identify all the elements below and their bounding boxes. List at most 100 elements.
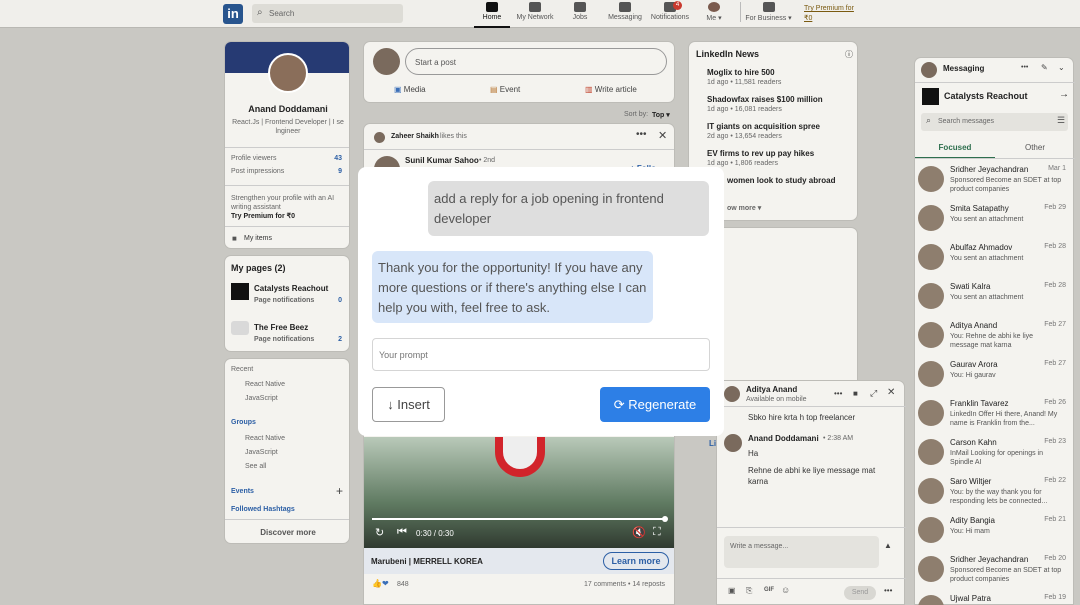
search-messages-input[interactable]: ⌕ Search messages ☰ — [921, 113, 1068, 131]
video-scrubber-handle[interactable] — [662, 516, 668, 522]
nav-business[interactable]: For Business ▾ — [740, 2, 796, 22]
send-button[interactable]: Send — [844, 586, 876, 600]
page-notifications[interactable]: Page notifications — [254, 336, 314, 343]
recent-item[interactable]: JavaScript — [245, 395, 278, 402]
profile-viewers-label[interactable]: Profile viewers — [231, 155, 277, 162]
nav-jobs[interactable]: Jobs — [566, 2, 594, 21]
reaction-count[interactable]: 848 — [397, 581, 409, 588]
message-input[interactable]: Write a message... — [724, 536, 879, 568]
skip-back-icon[interactable]: ⏮ — [397, 526, 407, 539]
avatar[interactable] — [724, 386, 740, 402]
liker-name[interactable]: Zaheer Shaikh — [391, 133, 439, 140]
regenerate-button[interactable]: ⟳ Regenerate — [600, 387, 710, 422]
close-icon[interactable]: ✕ — [887, 387, 895, 398]
conversation-item[interactable]: Aditya Anand Feb 27 You: Rehne de abhi ke … — [914, 319, 1074, 358]
group-item[interactable]: React Native — [245, 435, 285, 442]
avatar[interactable] — [921, 62, 937, 78]
nav-me[interactable]: Me ▾ — [700, 2, 728, 22]
compose-icon[interactable]: ✎ — [1041, 63, 1048, 72]
page-notifications[interactable]: Page notifications — [254, 297, 314, 304]
profile-name[interactable]: Anand Doddamani — [225, 104, 349, 114]
linkedin-logo[interactable]: in — [223, 4, 243, 24]
news-headline[interactable]: Shadowfax raises $100 million — [707, 95, 823, 104]
event-button[interactable]: ▤ Event — [490, 85, 520, 94]
search-box[interactable]: ⌕ Search — [252, 4, 403, 23]
more-options-icon[interactable]: ••• — [884, 586, 892, 595]
image-icon[interactable]: ▣ — [728, 586, 736, 595]
replay-icon[interactable]: ↻ — [375, 526, 384, 539]
media-button[interactable]: ▣ Media — [394, 85, 426, 94]
chat-contact-name[interactable]: Aditya Anand — [746, 385, 797, 394]
chat-sender[interactable]: Anand Doddamani — [748, 434, 819, 443]
recent-item[interactable]: React Native — [245, 381, 285, 388]
conversation-item[interactable]: Franklin Tavarez Feb 26 LinkedIn Offer Hi … — [914, 397, 1074, 436]
group-item[interactable]: JavaScript — [245, 449, 278, 456]
video-progress-bar[interactable] — [372, 518, 666, 520]
nav-notifications[interactable]: Notifications — [648, 2, 692, 21]
chevron-down-icon[interactable]: ⌄ — [1058, 63, 1065, 72]
messaging-title[interactable]: Messaging — [943, 64, 984, 73]
comments-reposts[interactable]: 17 comments • 14 reposts — [584, 581, 665, 588]
fullscreen-icon[interactable]: ⛶ — [653, 526, 661, 539]
write-article-button[interactable]: ▥ Write article — [585, 85, 637, 94]
conversation-item[interactable]: Swati Kalra Feb 28 You sent an attachment — [914, 280, 1074, 319]
sort-dropdown[interactable]: Top ▾ — [652, 111, 670, 119]
company-name[interactable]: Marubeni | MERRELL KOREA — [371, 557, 483, 566]
learn-more-button[interactable]: Learn more — [603, 552, 669, 570]
info-icon[interactable]: ⓘ — [845, 49, 853, 60]
premium-link[interactable]: Try Premium for ₹0 — [231, 212, 295, 220]
see-all-link[interactable]: See all — [245, 463, 266, 470]
tab-other[interactable]: Other — [995, 143, 1075, 157]
chat-message: Ha — [748, 449, 759, 458]
close-icon[interactable]: ✕ — [658, 129, 667, 142]
page-name[interactable]: The Free Beez — [254, 323, 308, 332]
page-switcher[interactable]: Catalysts Reachout — [944, 91, 1028, 101]
news-headline[interactable]: women look to study abroad — [727, 176, 835, 185]
nav-network[interactable]: My Network — [514, 2, 556, 21]
mute-icon[interactable]: 🔇 — [632, 526, 646, 539]
post-impressions-label[interactable]: Post impressions — [231, 168, 284, 175]
my-items-link[interactable]: My items — [244, 235, 272, 242]
discover-more-button[interactable]: Discover more — [225, 528, 349, 537]
page-name[interactable]: Catalysts Reachout — [254, 284, 328, 293]
news-headline[interactable]: EV firms to rev up pay hikes — [707, 149, 814, 158]
nav-messaging[interactable]: Messaging — [606, 2, 644, 21]
arrow-right-icon[interactable]: → — [1059, 89, 1069, 100]
conversation-item[interactable]: Gaurav Arora Feb 27 You: Hi gaurav — [914, 358, 1074, 397]
news-headline[interactable]: Moglix to hire 500 — [707, 68, 775, 77]
conversation-item[interactable]: Sridher Jeyachandran Mar 1 Sponsored Becom… — [914, 163, 1074, 202]
avatar[interactable] — [373, 48, 400, 75]
groups-link[interactable]: Groups — [231, 419, 256, 426]
more-options-icon[interactable]: ••• — [636, 129, 647, 140]
video-player[interactable]: ↻ ⏮ 0:30 / 0:30 🔇 ⛶ — [364, 437, 674, 548]
conversation-item[interactable]: Carson Kahn Feb 23 InMail Looking for open… — [914, 436, 1074, 475]
conversation-item[interactable]: Saro Wiltjer Feb 22 You: by the way thank … — [914, 475, 1074, 514]
conversation-item[interactable]: Adity Bangia Feb 21 You: Hi mam — [914, 514, 1074, 553]
more-options-icon[interactable]: ••• — [834, 389, 842, 398]
add-event-icon[interactable]: + — [336, 484, 343, 498]
show-more-button[interactable]: ow more ▾ — [727, 204, 761, 212]
tab-focused[interactable]: Focused — [915, 143, 995, 159]
filter-icon[interactable]: ☰ — [1057, 115, 1065, 126]
news-headline[interactable]: IT giants on acquisition spree — [707, 122, 820, 131]
start-post-input[interactable]: Start a post — [405, 48, 667, 75]
chevron-up-icon[interactable]: ▲ — [884, 541, 892, 550]
conversation-item[interactable]: Ujwal Patra Feb 19 — [914, 592, 1074, 605]
conversation-item[interactable]: Smita Satapathy Feb 29 You sent an attachm… — [914, 202, 1074, 241]
nav-home[interactable]: Home — [474, 2, 510, 28]
profile-avatar[interactable] — [268, 53, 308, 93]
hashtags-link[interactable]: Followed Hashtags — [231, 506, 295, 513]
conversation-item[interactable]: Sridher Jeyachandran Feb 20 Sponsored Beco… — [914, 553, 1074, 592]
expand-icon[interactable]: ⤢ — [870, 388, 877, 399]
emoji-icon[interactable]: ☺ — [781, 585, 790, 595]
video-call-icon[interactable]: ■ — [853, 389, 858, 398]
events-link[interactable]: Events — [231, 488, 254, 495]
premium-link[interactable]: Try Premium for ₹0 — [804, 4, 860, 24]
insert-button[interactable]: ↓ Insert — [372, 387, 445, 422]
more-options-icon[interactable]: ••• — [1021, 64, 1028, 71]
attach-icon[interactable]: ⎘ — [746, 586, 752, 596]
prompt-input[interactable] — [372, 338, 710, 371]
author-name[interactable]: Sunil Kumar Sahoo — [405, 156, 479, 165]
gif-icon[interactable]: GIF — [764, 587, 774, 593]
conversation-item[interactable]: Abulfaz Ahmadov Feb 28 You sent an attachm… — [914, 241, 1074, 280]
